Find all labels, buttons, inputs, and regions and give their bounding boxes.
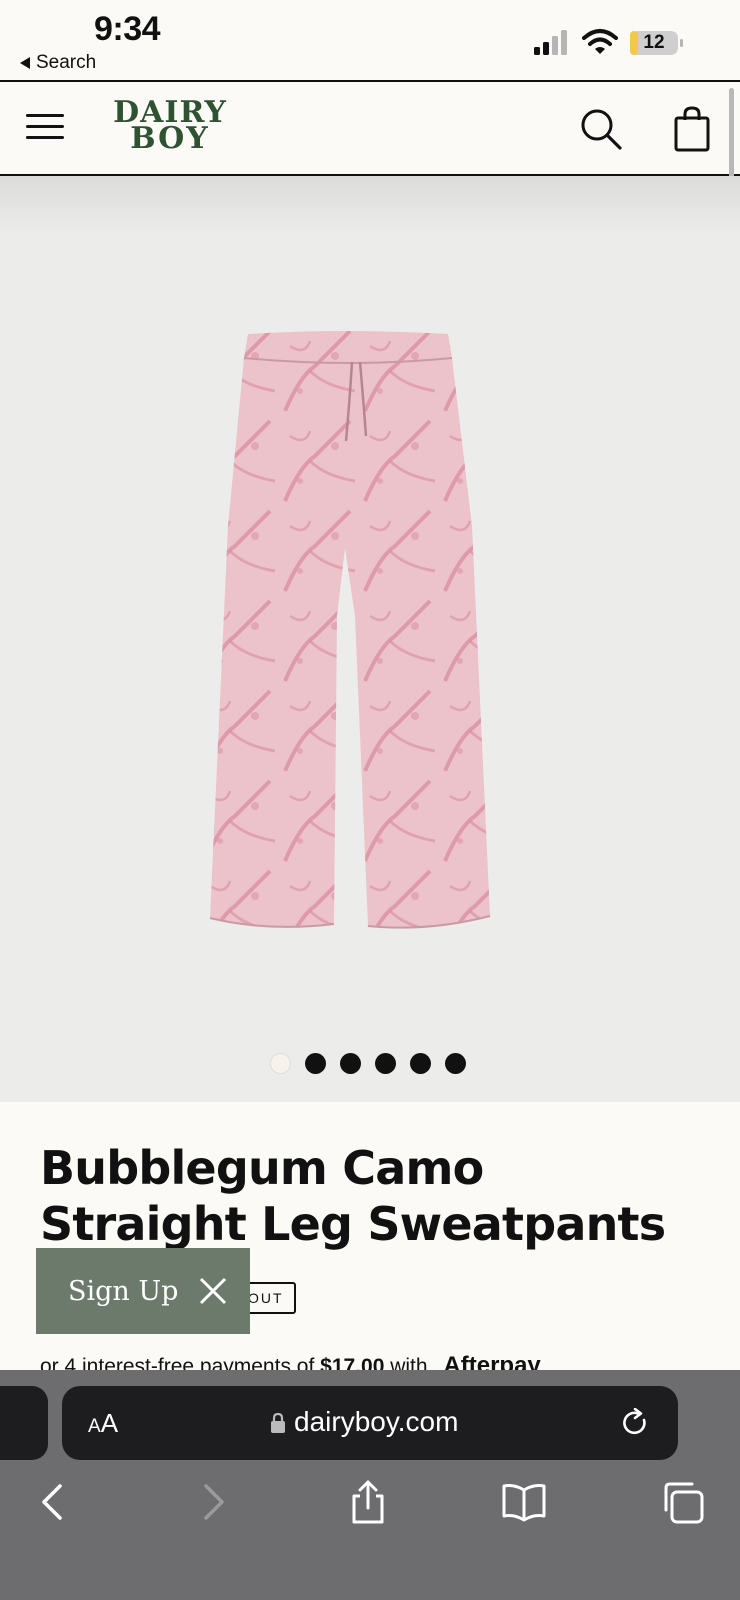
forward-arrow-icon[interactable]	[190, 1480, 234, 1524]
carousel-dot[interactable]	[305, 1053, 326, 1074]
search-icon[interactable]	[578, 106, 624, 152]
previous-tab-peek[interactable]	[0, 1386, 48, 1460]
carousel-dot[interactable]	[270, 1053, 291, 1074]
back-to-search-link[interactable]: Search	[20, 52, 96, 74]
reader-text-size-button[interactable]: AA	[88, 1408, 118, 1439]
product-title: Bubblegum Camo Straight Leg Sweatpants	[40, 1141, 666, 1251]
reload-icon[interactable]	[620, 1408, 650, 1438]
bookmarks-icon[interactable]	[502, 1480, 546, 1524]
tabs-icon[interactable]	[660, 1480, 704, 1524]
product-image-gallery[interactable]	[0, 176, 740, 1102]
shopping-bag-icon[interactable]	[672, 106, 712, 152]
battery-indicator: 12	[629, 30, 685, 56]
carousel-dot[interactable]	[340, 1053, 361, 1074]
clock: 9:34	[94, 10, 161, 48]
status-bar: 9:34 Search 12	[0, 0, 740, 80]
wifi-icon	[582, 29, 618, 54]
menu-icon[interactable]	[26, 112, 66, 142]
carousel-dot[interactable]	[445, 1053, 466, 1074]
back-arrow-icon[interactable]	[32, 1480, 76, 1524]
product-image-sweatpants[interactable]	[200, 326, 500, 946]
carousel-dot[interactable]	[375, 1053, 396, 1074]
signup-label[interactable]: Sign Up	[68, 1276, 178, 1307]
dairy-boy-logo[interactable]: DAIRY BOY	[90, 98, 250, 154]
back-label: Search	[36, 52, 97, 73]
battery-level: 12	[643, 32, 665, 53]
browser-toolbar: AA dairyboy.com	[0, 1370, 740, 1600]
back-triangle-icon	[20, 57, 30, 69]
address-bar[interactable]: AA dairyboy.com	[62, 1386, 678, 1460]
signup-popup[interactable]: Sign Up	[36, 1248, 250, 1334]
close-icon[interactable]	[198, 1276, 228, 1306]
site-header: DAIRY BOY	[0, 80, 740, 176]
cellular-signal-icon	[534, 30, 567, 55]
url-domain[interactable]: dairyboy.com	[294, 1406, 458, 1438]
lock-icon	[271, 1412, 285, 1433]
share-icon[interactable]	[346, 1480, 390, 1524]
carousel-dots	[270, 1053, 466, 1074]
carousel-dot[interactable]	[410, 1053, 431, 1074]
